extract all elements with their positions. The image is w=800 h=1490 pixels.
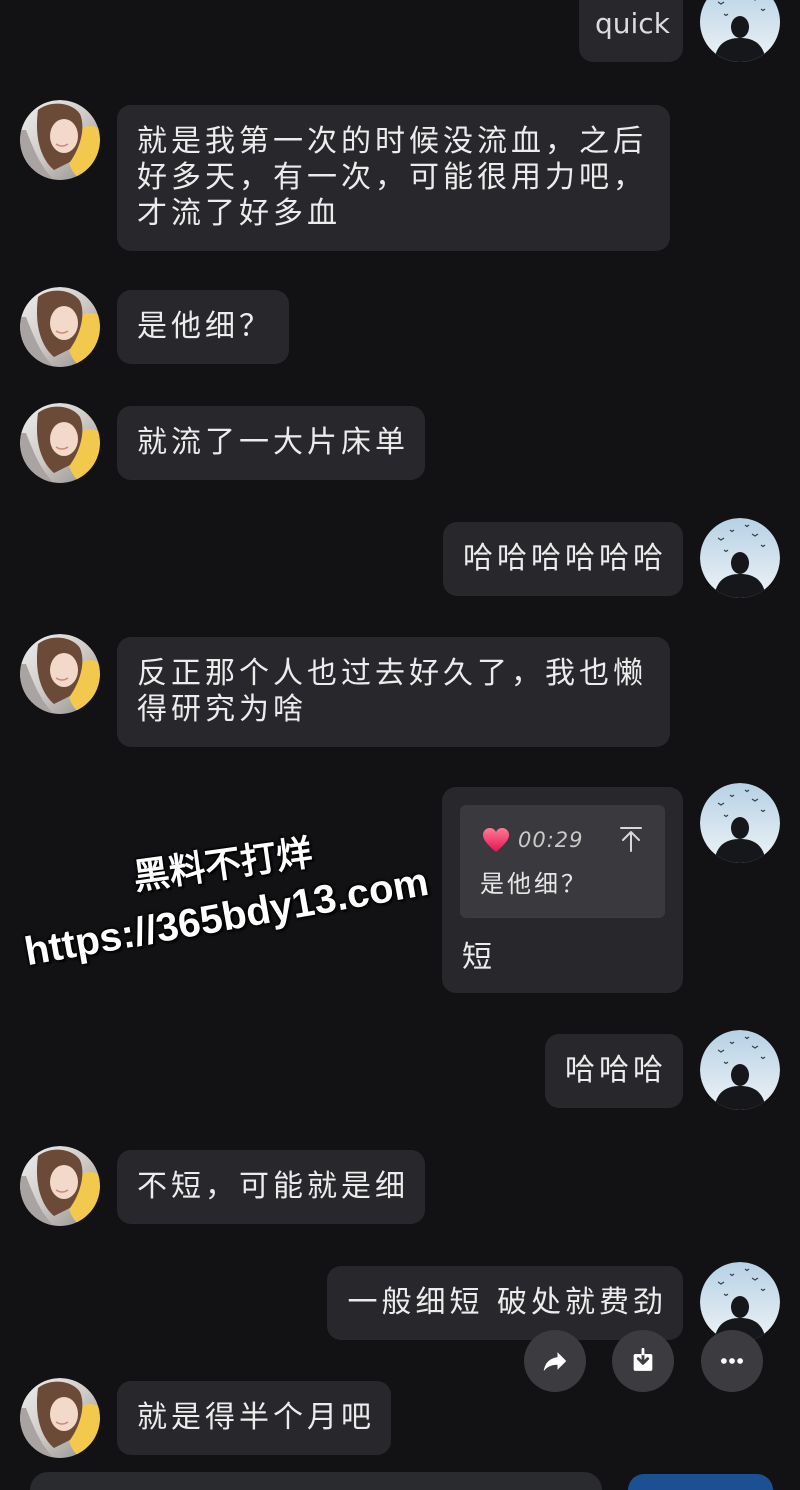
my-avatar[interactable] bbox=[700, 783, 780, 863]
download-icon[interactable] bbox=[629, 1347, 657, 1375]
message-text: 就是得半个月吧 bbox=[137, 1400, 375, 1435]
message-text: 是他细？ bbox=[137, 309, 273, 344]
message-text: quick bbox=[595, 7, 670, 40]
my-avatar[interactable] bbox=[700, 518, 780, 598]
contact-avatar[interactable] bbox=[20, 1378, 100, 1458]
message-bubble-incoming[interactable]: 就是我第一次的时候没流血，之后 好多天，有一次，可能很用力吧， 才流了好多血 bbox=[117, 105, 670, 251]
quoted-text: 是他细？ bbox=[480, 870, 588, 898]
more-button[interactable] bbox=[701, 1330, 763, 1392]
message-text: 哈哈哈 bbox=[565, 1053, 667, 1088]
my-avatar[interactable] bbox=[700, 1030, 780, 1110]
message-text: 才流了好多血 bbox=[137, 196, 341, 231]
message-bubble-incoming[interactable]: 不短，可能就是细 bbox=[117, 1150, 425, 1224]
message-text: 一般细短 破处就费劲 bbox=[347, 1285, 667, 1320]
message-text: 就是我第一次的时候没流血，之后 bbox=[137, 124, 647, 159]
message-bubble-outgoing[interactable]: 一般细短 破处就费劲 bbox=[327, 1266, 683, 1340]
message-input[interactable] bbox=[30, 1472, 602, 1490]
message-bubble-outgoing[interactable]: 哈哈哈 bbox=[545, 1034, 683, 1108]
contact-avatar[interactable] bbox=[20, 100, 100, 180]
message-text: 短 bbox=[462, 940, 496, 975]
arrow-up-to-bar-icon[interactable] bbox=[618, 825, 644, 853]
message-text: 好多天，有一次，可能很用力吧， bbox=[137, 160, 647, 195]
message-bubble-incoming[interactable]: 就流了一大片床单 bbox=[117, 406, 425, 480]
message-text: 就流了一大片床单 bbox=[137, 425, 409, 460]
message-text: 哈哈哈哈哈哈 bbox=[463, 541, 667, 576]
quoted-message[interactable]: 00:29 是他细？ bbox=[460, 805, 665, 918]
message-bubble-incoming[interactable]: 就是得半个月吧 bbox=[117, 1381, 391, 1455]
message-bubble-outgoing-partial[interactable]: quick bbox=[579, 0, 683, 62]
my-avatar[interactable] bbox=[700, 1262, 780, 1342]
message-bubble-incoming[interactable]: 反正那个人也过去好久了，我也懒 得研究为啥 bbox=[117, 637, 670, 747]
message-text: 不短，可能就是细 bbox=[137, 1169, 409, 1204]
contact-avatar[interactable] bbox=[20, 403, 100, 483]
my-avatar[interactable] bbox=[700, 0, 780, 62]
more-dots-icon[interactable] bbox=[717, 1346, 747, 1376]
download-button[interactable] bbox=[612, 1330, 674, 1392]
message-text: 反正那个人也过去好久了，我也懒 bbox=[137, 656, 647, 691]
share-button[interactable] bbox=[524, 1330, 586, 1392]
heart-icon bbox=[483, 828, 509, 852]
message-text: 得研究为啥 bbox=[137, 692, 307, 727]
contact-avatar[interactable] bbox=[20, 1146, 100, 1226]
contact-avatar[interactable] bbox=[20, 634, 100, 714]
contact-avatar[interactable] bbox=[20, 287, 100, 367]
share-arrow-icon[interactable] bbox=[540, 1346, 570, 1376]
quoted-duration: 00:29 bbox=[518, 828, 584, 852]
message-bubble-outgoing-reply[interactable]: 00:29 是他细？ 短 bbox=[442, 787, 683, 993]
message-bubble-incoming[interactable]: 是他细？ bbox=[117, 290, 289, 364]
send-button[interactable] bbox=[628, 1474, 773, 1490]
message-bubble-outgoing[interactable]: 哈哈哈哈哈哈 bbox=[443, 522, 683, 596]
